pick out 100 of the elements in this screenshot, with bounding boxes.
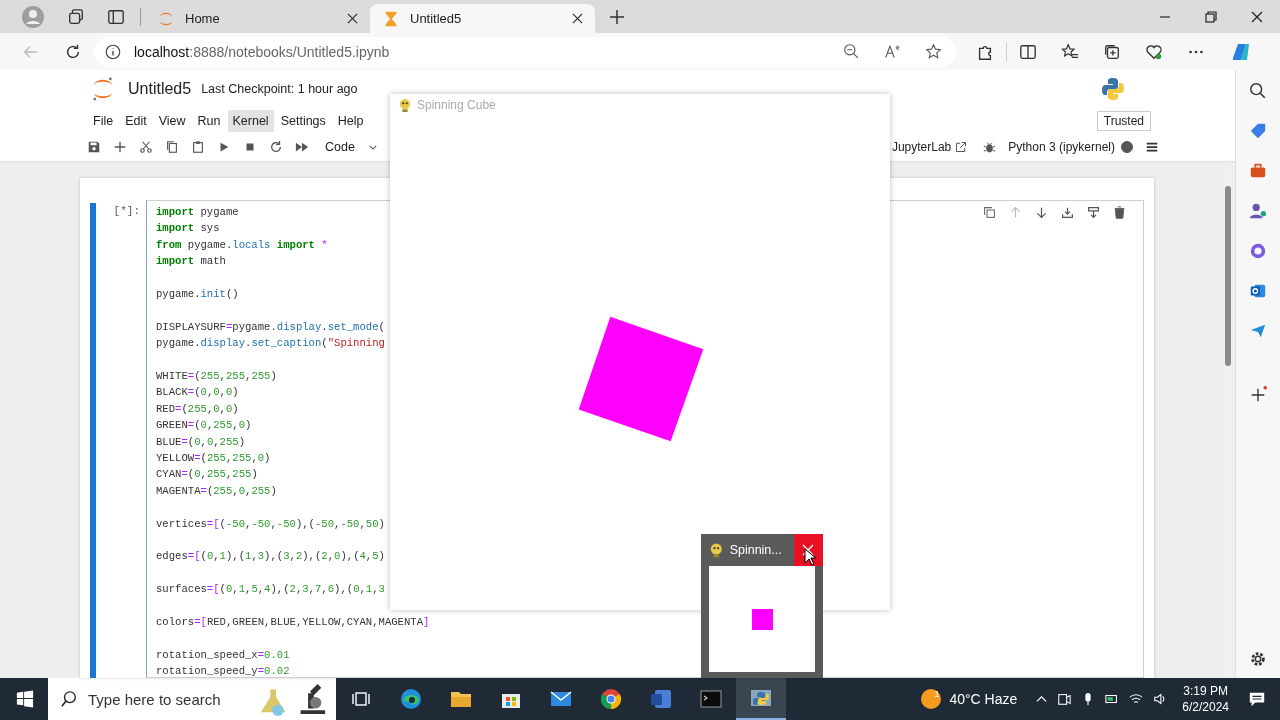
- meet-now-icon[interactable]: [1057, 692, 1072, 706]
- preview-title: Spinnin...: [729, 543, 782, 557]
- code-line: WHITE=(255,255,255): [156, 369, 277, 384]
- send-icon[interactable]: [1249, 322, 1267, 340]
- close-icon: [802, 544, 815, 556]
- menu-item[interactable]: Edit: [120, 109, 152, 132]
- menu-item[interactable]: Kernel: [227, 109, 274, 132]
- menu-item[interactable]: File: [88, 109, 119, 132]
- refresh-icon[interactable]: [64, 42, 82, 61]
- favorites-icon[interactable]: [1061, 42, 1079, 61]
- code-line: RED=(255,0,0): [156, 401, 239, 417]
- jupyterlab-link[interactable]: JupyterLab: [891, 140, 952, 154]
- toolbox-icon[interactable]: [1249, 162, 1267, 180]
- code-line: surfaces=[(0,1,5,4),(2,3,7,6),(0,1,3: [156, 582, 385, 598]
- menu-item[interactable]: View: [153, 109, 191, 132]
- code-line: import math: [156, 254, 226, 270]
- code-line: rotation_speed_y=0.02: [156, 664, 290, 680]
- tag-icon[interactable]: [1249, 122, 1267, 140]
- edge-browser-icon: [399, 687, 423, 711]
- add-icon[interactable]: [113, 140, 127, 154]
- menu-icon[interactable]: [1145, 140, 1159, 154]
- code-line: DISPLAYSURF=pygame.display.set_mode(: [156, 319, 385, 335]
- execution-prompt: [*]:: [112, 204, 141, 219]
- restart-icon[interactable]: [269, 140, 283, 154]
- chrome-icon: [599, 687, 623, 711]
- cell-type-dropdown[interactable]: Code: [321, 140, 377, 154]
- menu-item[interactable]: Run: [192, 109, 226, 132]
- read-aloud-icon[interactable]: [884, 43, 901, 60]
- trusted-badge[interactable]: Trusted: [1096, 110, 1151, 131]
- notebook-title[interactable]: Untitled5: [128, 80, 192, 98]
- clock-date[interactable]: 6/2/2024: [1182, 699, 1229, 715]
- circle-logo-icon[interactable]: [1249, 242, 1267, 260]
- copy-icon[interactable]: [165, 140, 179, 154]
- new-tab-icon[interactable]: [609, 8, 625, 25]
- code-line: vertices=[(-50,-50,-50),(-50,-50,50): [156, 516, 385, 532]
- clock-time[interactable]: 3:19 PM: [1183, 683, 1228, 699]
- word-document-icon: [649, 687, 673, 711]
- caret-icon[interactable]: [1036, 693, 1048, 705]
- code-line: YELLOW=(255,255,0): [156, 451, 271, 467]
- add-icon[interactable]: [1249, 386, 1267, 404]
- outlook-icon[interactable]: [1249, 282, 1267, 300]
- search-placeholder: Type here to search: [88, 690, 221, 708]
- tab-label: Home: [185, 11, 221, 26]
- code-line: import pygame: [156, 205, 239, 220]
- fast-forward-icon[interactable]: [295, 140, 309, 154]
- close-icon[interactable]: [572, 13, 583, 24]
- terminal-icon: [699, 687, 723, 711]
- workspaces-icon[interactable]: [67, 7, 85, 26]
- collections-icon[interactable]: [1103, 42, 1121, 61]
- code-line: edges=[(0,1),(1,3),(3,2),(2,0),(4,5): [156, 549, 385, 565]
- code-line: MAGENTA=(255,0,255): [156, 483, 277, 499]
- window-title: Spinning Cube: [417, 97, 496, 112]
- external-link-icon[interactable]: [955, 141, 968, 153]
- restore-icon[interactable]: [1205, 10, 1217, 23]
- settings-icon[interactable]: [1249, 650, 1267, 668]
- close-icon[interactable]: [1251, 10, 1263, 23]
- code-line: pygame.display.set_caption("Spinning: [156, 336, 385, 352]
- tab-actions-icon[interactable]: [107, 7, 125, 26]
- jupyter-logo[interactable]: [92, 76, 114, 102]
- windows-start-icon[interactable]: [16, 690, 34, 708]
- kernel-name[interactable]: Python 3 (ipykernel): [1008, 140, 1115, 154]
- code-line: BLACK=(0,0,0): [156, 385, 239, 401]
- info-icon[interactable]: [104, 42, 122, 61]
- cut-icon[interactable]: [139, 140, 153, 154]
- move-down-icon[interactable]: [1035, 206, 1048, 219]
- weather-text[interactable]: 40°C Haze: [949, 691, 1018, 707]
- code-line: pygame.init(): [156, 287, 239, 302]
- address-field[interactable]: localhost:8888/notebooks/Untitled5.ipynb: [94, 36, 956, 67]
- browser-tab[interactable]: Untitled5: [370, 4, 595, 33]
- caret-icon: [369, 144, 377, 150]
- split-screen-icon[interactable]: [1019, 42, 1037, 61]
- browser-tab[interactable]: Home: [145, 4, 370, 33]
- wifi-icon[interactable]: [1129, 692, 1144, 706]
- insert-above-icon[interactable]: [1061, 206, 1074, 219]
- close-icon[interactable]: [347, 13, 358, 24]
- duplicate-icon[interactable]: [983, 206, 996, 219]
- menu-item[interactable]: Settings: [275, 109, 331, 132]
- code-line: CYAN=(0,255,255): [156, 467, 258, 483]
- notification-icon[interactable]: [1248, 690, 1266, 708]
- code-line: GREEN=(0,255,0): [156, 418, 252, 434]
- save-icon[interactable]: [87, 140, 101, 154]
- taskbar-search-field[interactable]: Type here to search: [48, 678, 336, 720]
- taskbar-app-button[interactable]: [736, 678, 786, 720]
- zoom-out-icon[interactable]: [843, 43, 860, 60]
- python-logo-icon: [1101, 77, 1125, 101]
- battery-icon[interactable]: [1105, 692, 1120, 706]
- code-line: from pygame.locals import *: [156, 237, 328, 253]
- delete-icon[interactable]: [1113, 206, 1126, 219]
- square-shape: [751, 608, 773, 630]
- code-line: rotation_speed_x=0.01: [156, 647, 290, 663]
- search-icon[interactable]: [1249, 82, 1267, 100]
- menu-item[interactable]: Help: [332, 109, 369, 132]
- star-icon[interactable]: [925, 43, 942, 60]
- person-icon[interactable]: [1249, 202, 1267, 220]
- insert-below-icon[interactable]: [1087, 206, 1100, 219]
- bug-icon[interactable]: [983, 140, 997, 154]
- code-line: import sys: [156, 221, 220, 237]
- code-line: colors=[RED,GREEN,BLUE,YELLOW,CYAN,MAGENTA]: [156, 615, 430, 631]
- paste-icon[interactable]: [191, 140, 205, 154]
- heart-icon[interactable]: [1145, 42, 1163, 61]
